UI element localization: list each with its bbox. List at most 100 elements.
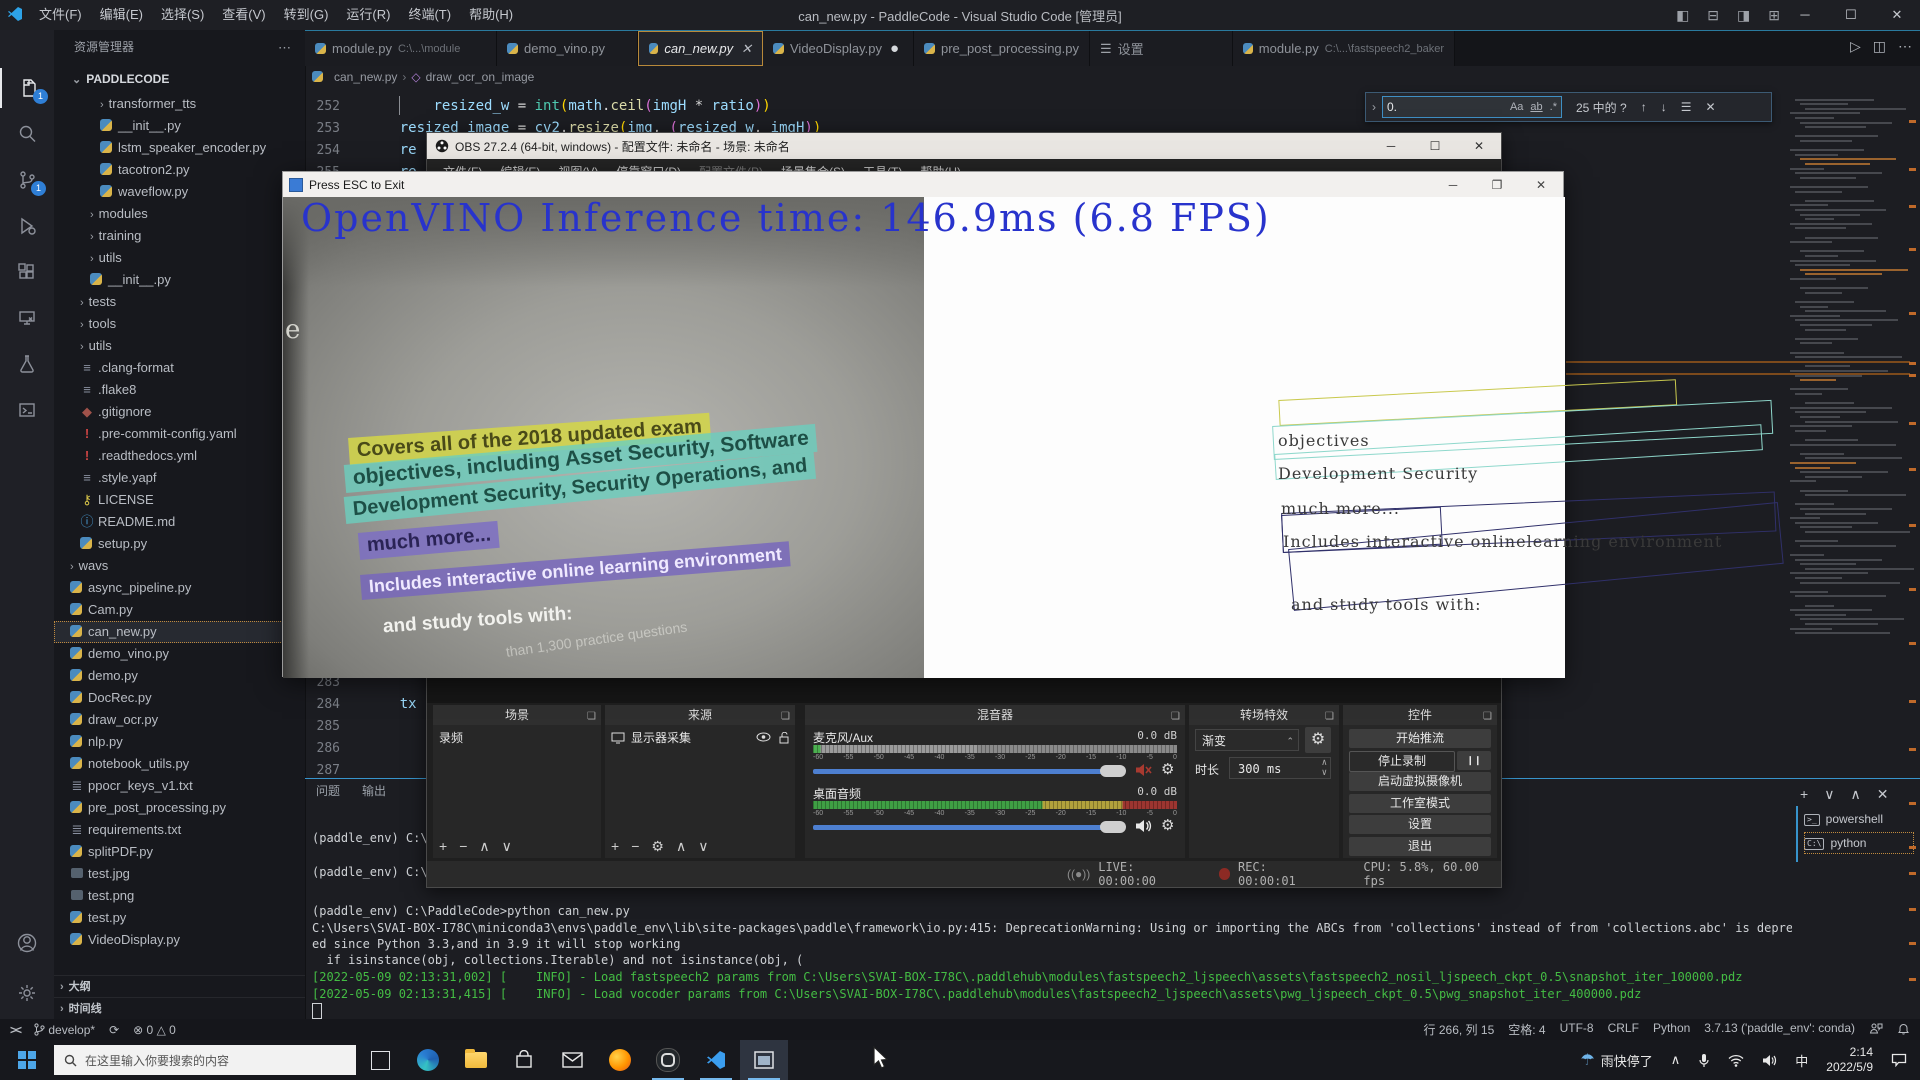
microphone-icon[interactable] <box>1689 1053 1719 1068</box>
account-icon[interactable] <box>0 923 54 963</box>
find-expand-chevron-icon[interactable]: › <box>1372 100 1376 114</box>
tree-item-__init__.py[interactable]: __init__.py <box>54 269 305 291</box>
mixer-gear-icon[interactable]: ⚙ <box>1161 816 1174 834</box>
problems-summary[interactable]: ⊗ 0 △ 0 <box>133 1023 176 1037</box>
tree-item-.readthedocs.yml[interactable]: !.readthedocs.yml <box>54 445 305 467</box>
weather-widget[interactable]: ☂雨快停了 <box>1571 1050 1661 1070</box>
store-icon[interactable] <box>500 1040 548 1080</box>
breadcrumb[interactable]: can_new.py › ◇ draw_ocr_on_image <box>312 65 534 88</box>
search-icon[interactable] <box>0 114 54 154</box>
tree-item-notebook_utils.py[interactable]: notebook_utils.py <box>54 753 305 775</box>
tree-item-requirements.txt[interactable]: ≣requirements.txt <box>54 819 305 841</box>
obs-maximize-button[interactable]: ☐ <box>1413 139 1457 153</box>
mixer-gear-icon[interactable]: ⚙ <box>1161 760 1174 778</box>
obs-minimize-button[interactable]: ─ <box>1369 139 1413 153</box>
firefox-icon[interactable] <box>596 1040 644 1080</box>
tab-can_new.py[interactable]: can_new.py✕ <box>638 31 763 66</box>
remote-indicator[interactable]: >< <box>10 1023 20 1037</box>
obs-titlebar[interactable]: OBS 27.2.4 (64-bit, windows) - 配置文件: 未命名… <box>427 133 1501 159</box>
sync-icon[interactable]: ⟳ <box>109 1023 119 1037</box>
whole-word-icon[interactable]: ab <box>1530 101 1542 113</box>
tree-item-training[interactable]: ›training <box>54 225 305 247</box>
tab-module.py[interactable]: module.pyC:\...\fastspeech2_baker <box>1233 31 1455 66</box>
action-center-icon[interactable] <box>1882 1053 1916 1067</box>
vino-maximize-button[interactable]: ❐ <box>1475 178 1519 192</box>
task-view-icon[interactable] <box>356 1040 404 1080</box>
tree-item-test.jpg[interactable]: test.jpg <box>54 863 305 885</box>
find-in-selection-icon[interactable]: ☰ <box>1681 100 1692 114</box>
tree-item-setup.py[interactable]: setup.py <box>54 533 305 555</box>
sources-toolbar[interactable]: +−⚙∧∨ <box>611 838 708 855</box>
tree-item-LICENSE[interactable]: ⚷LICENSE <box>54 489 305 511</box>
obs-button-工作室模式[interactable]: 工作室模式 <box>1349 794 1491 813</box>
tree-item-test.py[interactable]: test.py <box>54 907 305 929</box>
find-input[interactable]: 0. Aa ab .* <box>1382 96 1562 118</box>
tree-item-utils[interactable]: ›utils <box>54 247 305 269</box>
run-python-file-icon[interactable]: ▷ <box>1850 38 1861 55</box>
hidden-icons-chevron[interactable]: ∧ <box>1662 1052 1690 1068</box>
language-mode[interactable]: Python <box>1653 1021 1690 1038</box>
breadcrumb-file[interactable]: can_new.py <box>334 70 397 84</box>
tree-item-nlp.py[interactable]: nlp.py <box>54 731 305 753</box>
tab-module.py[interactable]: module.pyC:\...\module <box>305 31 497 66</box>
tab-output[interactable]: 输出 <box>362 782 386 799</box>
layout-icon-1[interactable]: ⊟ <box>1707 7 1719 24</box>
volume-slider[interactable] <box>813 825 1113 830</box>
tree-item-.style.yapf[interactable]: ≡.style.yapf <box>54 467 305 489</box>
minimize-button[interactable]: ─ <box>1782 0 1828 30</box>
tree-item-__init__.py[interactable]: __init__.py <box>54 115 305 137</box>
regex-icon[interactable]: .* <box>1550 101 1557 113</box>
dock-header[interactable]: 控件❏ <box>1343 705 1497 725</box>
dock-header[interactable]: 来源❏ <box>605 705 795 725</box>
menu-查看(V)[interactable]: 查看(V) <box>213 0 274 30</box>
layout-icon-3[interactable]: ⊞ <box>1768 7 1780 24</box>
terminal-panel-icon[interactable] <box>0 390 54 430</box>
obs-icon[interactable] <box>644 1040 692 1080</box>
eol[interactable]: CRLF <box>1608 1021 1639 1038</box>
tree-item-tests[interactable]: ›tests <box>54 291 305 313</box>
find-next-icon[interactable]: ↓ <box>1661 100 1667 114</box>
scene-item[interactable]: 录频 <box>439 729 463 746</box>
volume-handle[interactable] <box>1100 821 1126 833</box>
section-大纲[interactable]: ›大纲 <box>54 975 305 997</box>
explorer-icon[interactable]: 1 <box>0 68 56 108</box>
maximize-panel-icon[interactable]: ∧ <box>1850 786 1860 803</box>
obs-button-启动虚拟摄像机[interactable]: 启动虚拟摄像机 <box>1349 772 1491 791</box>
remote-explorer-icon[interactable] <box>0 298 54 338</box>
volume-slider[interactable] <box>813 769 1113 774</box>
transition-select[interactable]: 渐变⌃⌄ <box>1195 729 1299 751</box>
git-branch[interactable]: develop* <box>34 1023 95 1037</box>
obs-button-开始推流[interactable]: 开始推流 <box>1349 729 1491 748</box>
menu-文件(F)[interactable]: 文件(F) <box>30 0 91 30</box>
tree-item-wavs[interactable]: ›wavs <box>54 555 305 577</box>
menu-转到(G)[interactable]: 转到(G) <box>275 0 338 30</box>
new-terminal-icon[interactable]: + <box>1800 786 1808 803</box>
tree-item-DocRec.py[interactable]: DocRec.py <box>54 687 305 709</box>
encoding[interactable]: UTF-8 <box>1560 1021 1594 1038</box>
vscode-icon[interactable] <box>692 1040 740 1080</box>
edge-icon[interactable] <box>404 1040 452 1080</box>
menu-帮助(H)[interactable]: 帮助(H) <box>460 0 522 30</box>
run-debug-icon[interactable] <box>0 206 54 246</box>
scenes-toolbar[interactable]: +−∧∨ <box>439 838 512 855</box>
tree-item-ppocr_keys_v1.txt[interactable]: ≣ppocr_keys_v1.txt <box>54 775 305 797</box>
menu-编辑(E)[interactable]: 编辑(E) <box>91 0 152 30</box>
tab-VideoDisplay.py[interactable]: VideoDisplay.py● <box>763 31 914 66</box>
project-root-folder[interactable]: ⌄PADDLECODE <box>54 68 305 90</box>
source-control-icon[interactable]: 1 <box>0 160 54 200</box>
extensions-icon[interactable] <box>0 252 54 292</box>
volume-icon[interactable] <box>1753 1054 1786 1067</box>
layout-icon-2[interactable]: ◨ <box>1737 7 1750 24</box>
tree-item-Cam.py[interactable]: Cam.py <box>54 599 305 621</box>
breadcrumb-symbol[interactable]: draw_ocr_on_image <box>426 70 535 84</box>
split-editor-icon[interactable]: ◫ <box>1873 38 1886 55</box>
settings-gear-icon[interactable] <box>0 973 54 1013</box>
tab-problems[interactable]: 问题 <box>316 782 340 799</box>
obs-button-退出[interactable]: 退出 <box>1349 837 1491 856</box>
tree-item-tacotron2.py[interactable]: tacotron2.py <box>54 159 305 181</box>
terminal-python[interactable]: C:\python <box>1804 832 1914 854</box>
duration-input[interactable]: 300 ms∧∨ <box>1229 757 1331 779</box>
tree-item-.clang-format[interactable]: ≡.clang-format <box>54 357 305 379</box>
speaker-on-icon[interactable] <box>1135 818 1153 839</box>
menu-选择(S)[interactable]: 选择(S) <box>152 0 213 30</box>
